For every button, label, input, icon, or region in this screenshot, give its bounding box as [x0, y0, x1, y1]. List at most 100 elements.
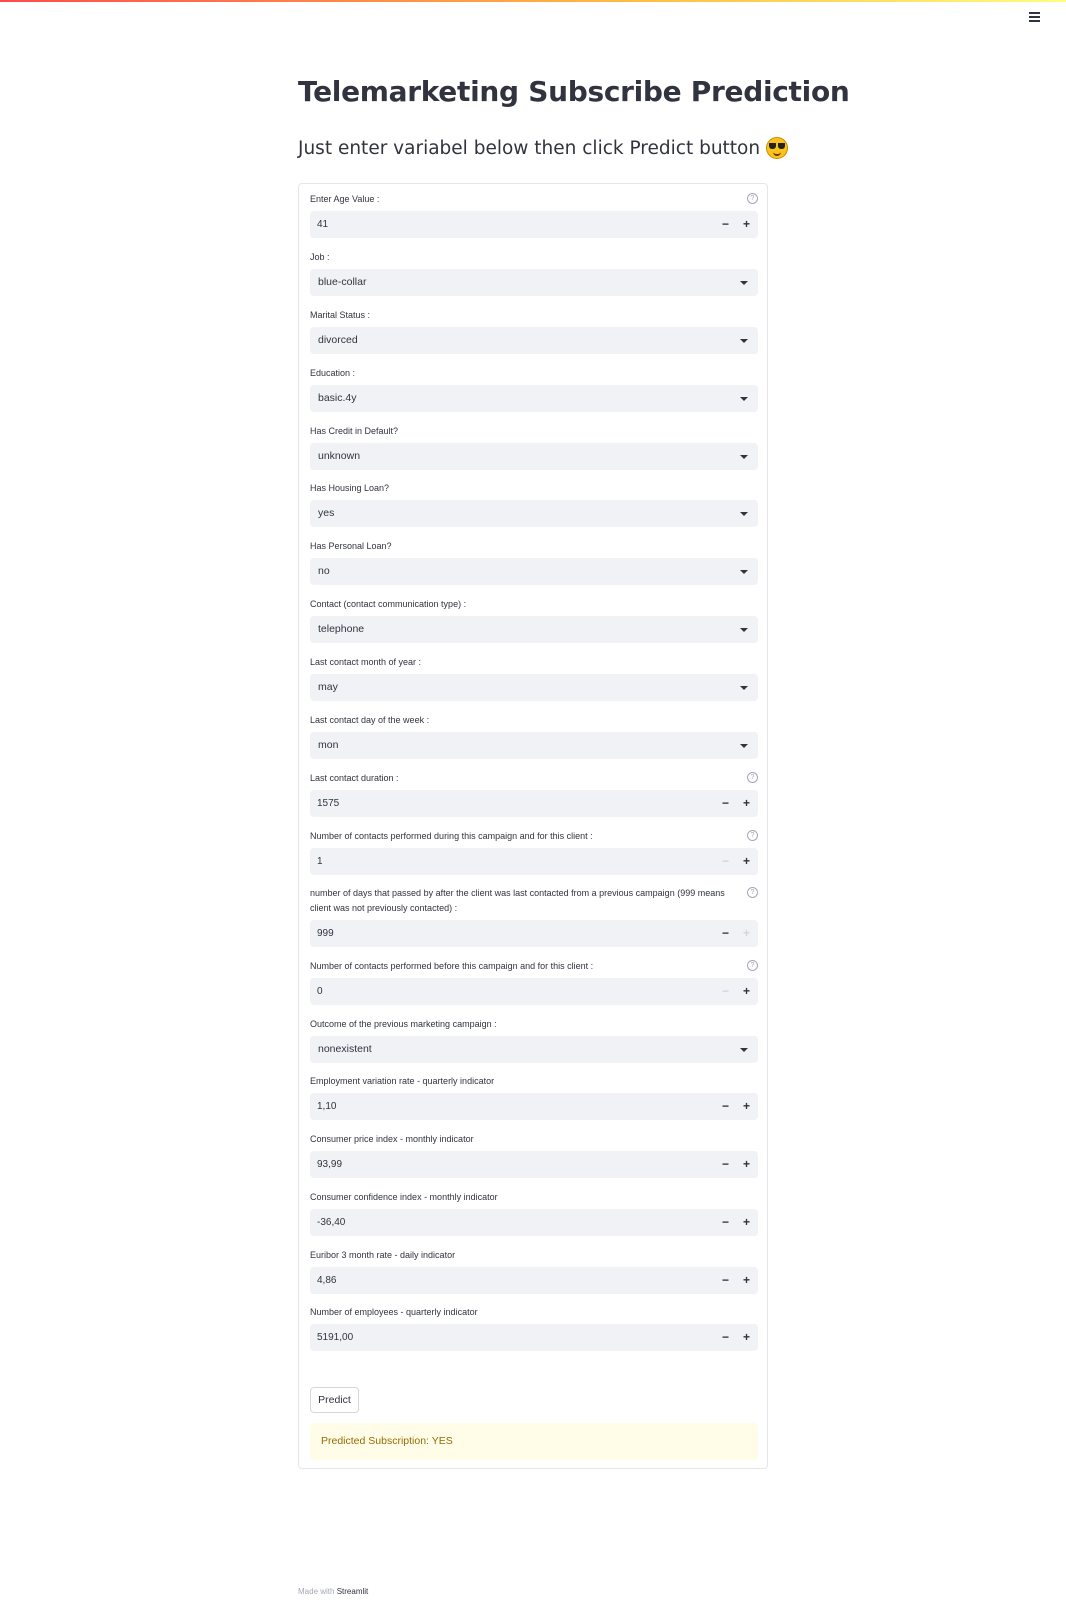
- input-value[interactable]: 4,86: [317, 1267, 336, 1294]
- field-job: Job : blue-collar: [310, 250, 758, 296]
- select-dropdown[interactable]: unknown: [310, 443, 758, 470]
- selected-value[interactable]: basic.4y: [318, 385, 357, 412]
- selected-value[interactable]: no: [318, 558, 330, 585]
- decrement-button[interactable]: −: [715, 1267, 736, 1294]
- field-label: Last contact day of the week :: [310, 715, 430, 725]
- select-dropdown[interactable]: may: [310, 674, 758, 701]
- selected-value[interactable]: may: [318, 674, 338, 701]
- increment-button[interactable]: +: [736, 920, 757, 947]
- hamburger-menu-icon[interactable]: [1024, 8, 1044, 26]
- select-dropdown[interactable]: mon: [310, 732, 758, 759]
- selected-value[interactable]: telephone: [318, 616, 364, 643]
- field-label: number of days that passed by after the …: [310, 888, 725, 913]
- number-input[interactable]: 41 − +: [310, 211, 758, 238]
- input-value[interactable]: 0: [317, 978, 323, 1005]
- field-label: Consumer confidence index - monthly indi…: [310, 1192, 498, 1202]
- increment-button[interactable]: +: [736, 1324, 757, 1351]
- number-input[interactable]: 1575 − +: [310, 790, 758, 817]
- input-value[interactable]: 41: [317, 211, 328, 238]
- decrement-button[interactable]: −: [715, 1093, 736, 1120]
- input-value[interactable]: 5191,00: [317, 1324, 353, 1351]
- help-icon[interactable]: ?: [747, 193, 758, 204]
- increment-button[interactable]: +: [736, 1267, 757, 1294]
- field-label: Last contact month of year :: [310, 657, 422, 667]
- selected-value[interactable]: unknown: [318, 443, 360, 470]
- chevron-down-icon[interactable]: [740, 339, 748, 343]
- predict-button[interactable]: Predict: [310, 1387, 359, 1413]
- select-dropdown[interactable]: blue-collar: [310, 269, 758, 296]
- chevron-down-icon[interactable]: [740, 281, 748, 285]
- field-label: Number of employees - quarterly indicato…: [310, 1307, 478, 1317]
- field-number-of-days-that-passed-by-after-the-: number of days that passed by after the …: [310, 886, 758, 947]
- decrement-button[interactable]: −: [715, 1209, 736, 1236]
- help-icon[interactable]: ?: [747, 960, 758, 971]
- decrement-button[interactable]: −: [715, 1151, 736, 1178]
- selected-value[interactable]: yes: [318, 500, 334, 527]
- number-input[interactable]: 1 − +: [310, 848, 758, 875]
- chevron-down-icon[interactable]: [740, 455, 748, 459]
- decrement-button[interactable]: −: [715, 211, 736, 238]
- chevron-down-icon[interactable]: [740, 744, 748, 748]
- number-input[interactable]: 4,86 − +: [310, 1267, 758, 1294]
- selected-value[interactable]: blue-collar: [318, 269, 366, 296]
- field-education: Education : basic.4y: [310, 366, 758, 412]
- decrement-button[interactable]: −: [715, 848, 736, 875]
- field-label: Outcome of the previous marketing campai…: [310, 1019, 497, 1029]
- chevron-down-icon[interactable]: [740, 1048, 748, 1052]
- input-value[interactable]: 1,10: [317, 1093, 336, 1120]
- number-input[interactable]: 5191,00 − +: [310, 1324, 758, 1351]
- increment-button[interactable]: +: [736, 211, 757, 238]
- number-input[interactable]: 0 − +: [310, 978, 758, 1005]
- prediction-result-alert: Predicted Subscription: YES: [310, 1423, 758, 1460]
- select-dropdown[interactable]: no: [310, 558, 758, 585]
- input-value[interactable]: 999: [317, 920, 334, 947]
- input-value[interactable]: 93,99: [317, 1151, 342, 1178]
- chevron-down-icon[interactable]: [740, 397, 748, 401]
- help-icon[interactable]: ?: [747, 772, 758, 783]
- field-label: Education :: [310, 368, 356, 378]
- chevron-down-icon[interactable]: [740, 570, 748, 574]
- number-input[interactable]: 999 − +: [310, 920, 758, 947]
- help-icon[interactable]: ?: [747, 887, 758, 898]
- select-dropdown[interactable]: basic.4y: [310, 385, 758, 412]
- increment-button[interactable]: +: [736, 848, 757, 875]
- decrement-button[interactable]: −: [715, 1324, 736, 1351]
- input-value[interactable]: -36,40: [317, 1209, 345, 1236]
- chevron-down-icon[interactable]: [740, 628, 748, 632]
- field-last-contact-duration: Last contact duration :? 1575 − +: [310, 771, 758, 817]
- field-enter-age-value: Enter Age Value :? 41 − +: [310, 192, 758, 238]
- chevron-down-icon[interactable]: [740, 686, 748, 690]
- field-label: Euribor 3 month rate - daily indicator: [310, 1250, 456, 1260]
- footer-streamlit-link[interactable]: Streamlit: [337, 1587, 369, 1596]
- increment-button[interactable]: +: [736, 790, 757, 817]
- select-dropdown[interactable]: yes: [310, 500, 758, 527]
- number-input[interactable]: 1,10 − +: [310, 1093, 758, 1120]
- increment-button[interactable]: +: [736, 1151, 757, 1178]
- chevron-down-icon[interactable]: [740, 512, 748, 516]
- select-dropdown[interactable]: telephone: [310, 616, 758, 643]
- selected-value[interactable]: nonexistent: [318, 1036, 372, 1063]
- top-decoration-bar: [0, 0, 1066, 2]
- decrement-button[interactable]: −: [715, 790, 736, 817]
- increment-button[interactable]: +: [736, 1093, 757, 1120]
- decrement-button[interactable]: −: [715, 978, 736, 1005]
- field-contact-contact-communication-type: Contact (contact communication type) : te…: [310, 597, 758, 643]
- field-has-housing-loan: Has Housing Loan? yes: [310, 481, 758, 527]
- input-value[interactable]: 1: [317, 848, 323, 875]
- decrement-button[interactable]: −: [715, 920, 736, 947]
- field-number-of-contacts-performed-during-this: Number of contacts performed during this…: [310, 829, 758, 875]
- number-input[interactable]: -36,40 − +: [310, 1209, 758, 1236]
- help-icon[interactable]: ?: [747, 830, 758, 841]
- field-label: Job :: [310, 252, 330, 262]
- selected-value[interactable]: mon: [318, 732, 338, 759]
- selected-value[interactable]: divorced: [318, 327, 358, 354]
- select-dropdown[interactable]: divorced: [310, 327, 758, 354]
- increment-button[interactable]: +: [736, 978, 757, 1005]
- footer: Made with Streamlit: [298, 1587, 368, 1596]
- field-label: Has Personal Loan?: [310, 541, 392, 551]
- number-input[interactable]: 93,99 − +: [310, 1151, 758, 1178]
- field-label: Has Credit in Default?: [310, 426, 399, 436]
- select-dropdown[interactable]: nonexistent: [310, 1036, 758, 1063]
- increment-button[interactable]: +: [736, 1209, 757, 1236]
- input-value[interactable]: 1575: [317, 790, 339, 817]
